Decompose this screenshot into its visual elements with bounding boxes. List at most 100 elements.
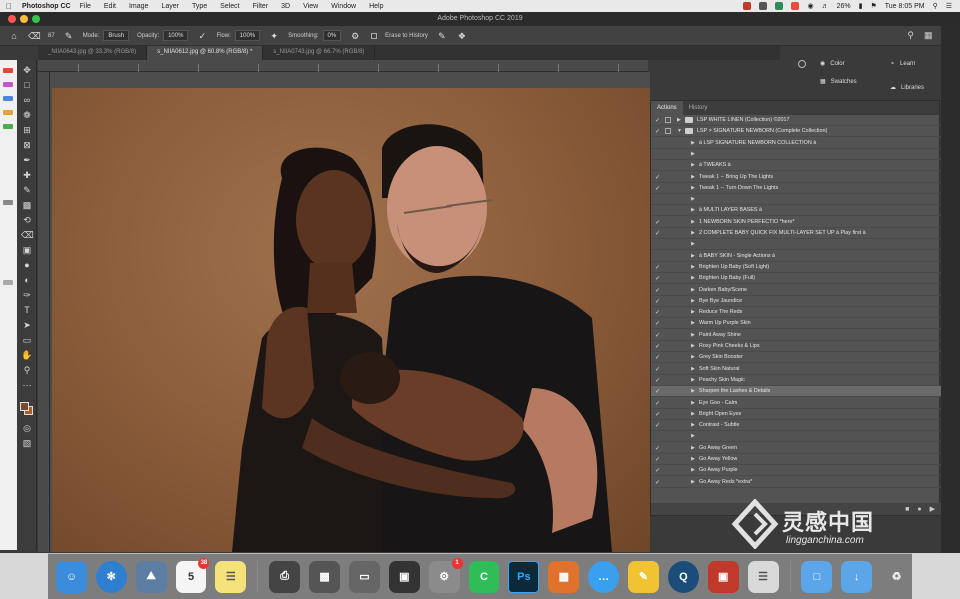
action-row[interactable]: ✓ ▶ Eye Goo - Calm	[651, 398, 941, 409]
action-toggle-checkbox[interactable]: ✓	[655, 354, 661, 361]
script-editor-icon[interactable]: ✎	[628, 560, 659, 593]
path-select-tool-icon[interactable]: ➤	[21, 319, 33, 331]
disclosure-triangle-icon[interactable]: ▶	[691, 298, 695, 304]
action-toggle-checkbox[interactable]: ✓	[655, 230, 661, 237]
action-row[interactable]: ✓ ▶ Darken Baby/Scene	[651, 285, 941, 296]
disclosure-triangle-icon[interactable]: ▶	[691, 309, 695, 315]
opacity-field[interactable]: 100%	[163, 30, 189, 41]
action-row[interactable]: ▶	[651, 194, 941, 206]
disclosure-triangle-icon[interactable]: ▶	[691, 287, 695, 293]
learn-panel-button[interactable]: ⚬ Learn	[890, 60, 915, 68]
pressure-opacity-icon[interactable]: ✓	[196, 30, 208, 42]
action-toggle-checkbox[interactable]: ✓	[655, 287, 661, 294]
flow-field[interactable]: 100%	[234, 30, 261, 41]
camtasia-icon[interactable]: C	[468, 560, 500, 593]
action-row[interactable]: ✓ ▶ Brighten Up Baby (Full)	[651, 273, 941, 285]
photo-booth-icon[interactable]: ▣	[707, 560, 739, 593]
status-app-icon[interactable]	[759, 2, 768, 10]
quicktime-icon[interactable]: Q	[667, 560, 699, 593]
notes-icon[interactable]: ☰	[215, 560, 247, 593]
disclosure-triangle-icon[interactable]: ▶	[691, 377, 695, 383]
action-row[interactable]: ✓ ▶ Rosy Pink Cheeks & Lips	[651, 341, 941, 352]
action-toggle-checkbox[interactable]: ✓	[655, 445, 661, 452]
hard-drive-icon[interactable]: ▩	[309, 560, 340, 593]
menu-layer[interactable]: Layer	[161, 3, 179, 10]
frame-tool-icon[interactable]: ⊠	[21, 139, 33, 151]
symmetry-icon[interactable]: ❖	[456, 30, 468, 42]
status-app-icon[interactable]	[791, 2, 800, 10]
lasso-tool-icon[interactable]: ∞	[21, 94, 33, 106]
action-row[interactable]: ✓ ▶ Tweak 1 -- Turn Down The Lights	[651, 183, 941, 194]
disclosure-triangle-icon[interactable]: ▶	[691, 275, 695, 281]
action-toggle-checkbox[interactable]: ✓	[655, 366, 661, 373]
menu-list-icon[interactable]: ☰	[946, 2, 952, 10]
folder-icon[interactable]: □	[801, 560, 833, 593]
screen-mode-icon[interactable]: ▧	[21, 437, 33, 449]
screen-icon[interactable]: ▭	[348, 560, 380, 593]
disclosure-triangle-icon[interactable]: ▶	[691, 332, 695, 338]
action-toggle-checkbox[interactable]: ✓	[655, 320, 661, 327]
disclosure-triangle-icon[interactable]: ▶	[691, 467, 695, 473]
workspace-icon[interactable]: ▦	[924, 30, 933, 41]
action-row[interactable]: ✓ ▶ Go Away Green	[651, 443, 941, 454]
dialog-toggle-box[interactable]	[665, 117, 671, 123]
action-toggle-checkbox[interactable]: ✓	[655, 456, 661, 463]
clock[interactable]: Tue 8:05 PM	[885, 3, 925, 10]
action-toggle-checkbox[interactable]: ✓	[655, 275, 661, 282]
menu-window[interactable]: Window	[331, 3, 356, 10]
action-row[interactable]: ▶	[651, 149, 941, 160]
action-row[interactable]: ✓ ▶ Brighten Up Baby (Soft Light)	[651, 262, 941, 273]
tab-actions[interactable]: Actions	[651, 101, 683, 115]
healing-tool-icon[interactable]: ✚	[21, 169, 33, 181]
libraries-panel-button[interactable]: ☁ Libraries	[890, 84, 924, 92]
archive-icon[interactable]: ☰	[747, 560, 779, 593]
crop-tool-icon[interactable]: ⊞	[21, 124, 33, 136]
action-row[interactable]: ▶ à MULTI LAYER BASES à	[651, 205, 941, 217]
action-row[interactable]: ✓ ▶ Sharpen the Lashes & Details	[651, 386, 941, 398]
tab-document-3[interactable]: s_NIIA0743.jpg @ 66.7% (RGB/8)	[263, 46, 376, 60]
spotlight-icon[interactable]: ⚲	[933, 2, 938, 10]
disclosure-triangle-icon[interactable]: ▶	[691, 162, 695, 168]
action-row[interactable]: ▶ à TWEAKS à	[651, 160, 941, 172]
apple-icon[interactable]: 	[6, 2, 16, 11]
action-row[interactable]: ✓ ▶ Contrast - Subtle	[651, 420, 941, 432]
tab-document-2[interactable]: s_NIIA0612.jpg @ 60.8% (RGB/8) *	[147, 46, 264, 60]
gradient-tool-icon[interactable]: ▣	[21, 244, 33, 256]
tab-document-1[interactable]: _NIIA0643.jpg @ 33.3% (RGB/8)	[38, 46, 148, 60]
disclosure-triangle-icon[interactable]: ▶	[691, 456, 695, 462]
action-row[interactable]: ✓ ▶ Peachy Skin Magic	[651, 375, 941, 386]
action-row[interactable]: ✓ ▶ Bright Open Eyes	[651, 409, 941, 420]
foreground-color-swatch[interactable]	[20, 402, 29, 411]
disclosure-triangle-icon[interactable]: ▶	[691, 354, 695, 360]
action-toggle-checkbox[interactable]: ✓	[655, 117, 661, 124]
disclosure-triangle-icon[interactable]: ▶	[691, 253, 695, 259]
eyedropper-tool-icon[interactable]: ✒	[21, 154, 33, 166]
action-toggle-checkbox[interactable]: ✓	[655, 174, 661, 181]
eraser-tool-icon[interactable]: ⌫	[28, 30, 41, 42]
menu-help[interactable]: Help	[369, 3, 383, 10]
system-preferences-icon[interactable]: ⚙ 1	[428, 557, 463, 593]
action-toggle-checkbox[interactable]: ✓	[655, 298, 661, 305]
pen-tool-icon[interactable]: ✑	[21, 289, 33, 301]
menu-3d[interactable]: 3D	[281, 3, 290, 10]
action-row[interactable]: ✓ ▶ Reduce The Reds	[651, 307, 941, 319]
action-row[interactable]: ✓ ▼ LSP > SIGNATURE NEWBORN (Complete Coll…	[651, 126, 941, 138]
action-row[interactable]: ▶	[651, 431, 941, 443]
action-toggle-checkbox[interactable]: ✓	[655, 388, 661, 395]
bridge-icon[interactable]: ▩	[548, 560, 580, 593]
quick-select-tool-icon[interactable]: ❁	[21, 109, 33, 121]
action-row[interactable]: ✓ ▶ Soft Skin Natural	[651, 364, 941, 375]
disclosure-triangle-icon[interactable]: ▶	[691, 219, 695, 225]
action-toggle-checkbox[interactable]: ✓	[655, 411, 661, 418]
action-row[interactable]: ✓ ▶ LSP WHITE LINEN (Collection) ©2017	[651, 115, 941, 126]
swatches-panel-button[interactable]: ▦ Swatches	[820, 78, 857, 86]
history-brush-tool-icon[interactable]: ⟲	[21, 214, 33, 226]
disclosure-triangle-icon[interactable]: ▶	[691, 445, 695, 451]
preview-icon[interactable]: ⛰	[135, 560, 167, 593]
action-toggle-checkbox[interactable]: ✓	[655, 400, 661, 407]
action-row[interactable]: ▶ à BABY SKIN - Single Actions à	[651, 251, 941, 262]
action-row[interactable]: ✓ ▶ Tweak 1 -- Bring Up The Lights	[651, 172, 941, 183]
eraser-tool-icon[interactable]: ⌫	[21, 229, 34, 241]
disclosure-triangle-icon[interactable]: ▶	[691, 264, 695, 270]
battery-icon[interactable]: ▮	[859, 2, 863, 10]
